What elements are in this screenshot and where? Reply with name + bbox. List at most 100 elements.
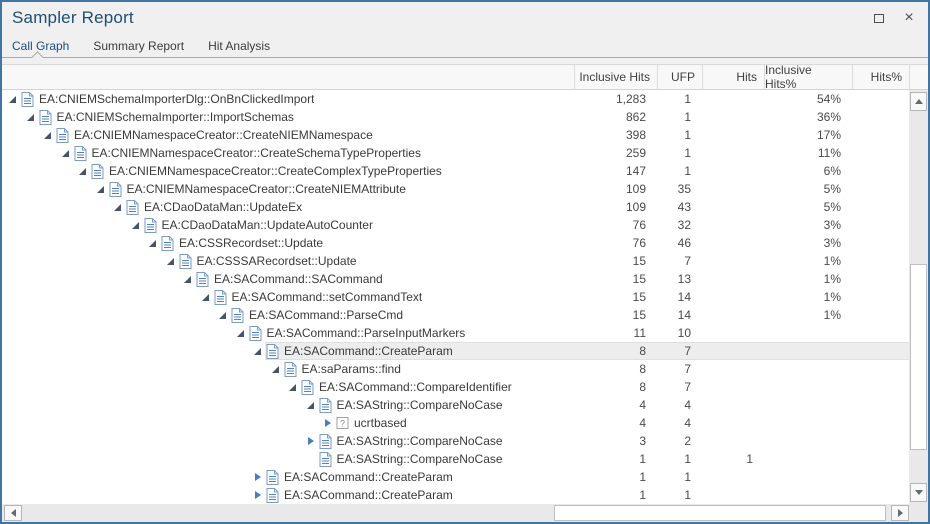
tree-item[interactable]: EA:CNIEMSchemaImporterDlg::OnBnClickedIm… xyxy=(20,90,574,108)
collapse-icon[interactable] xyxy=(201,292,211,302)
table-row[interactable]: EA:CNIEMSchemaImporterDlg::OnBnClickedIm… xyxy=(2,90,909,108)
table-row[interactable]: EA:CNIEMSchemaImporter::ImportSchemas862… xyxy=(2,108,909,126)
tree-item[interactable]: EA:SACommand::CreateParam xyxy=(265,468,574,486)
scrollbar-corner xyxy=(909,504,928,522)
column-header-inclusive-hits-pct[interactable]: Inclusive Hits% xyxy=(764,65,852,89)
tree-item[interactable]: EA:saParams::find xyxy=(283,360,575,378)
tree-item[interactable]: EA:SACommand::ParseInputMarkers xyxy=(248,324,575,342)
collapse-icon[interactable] xyxy=(166,256,176,266)
expand-icon[interactable] xyxy=(306,436,316,446)
collapse-icon[interactable] xyxy=(148,238,158,248)
collapse-icon[interactable] xyxy=(26,112,36,122)
cell-ufp: 13 xyxy=(657,270,702,288)
column-header-function[interactable] xyxy=(2,65,574,89)
expand-icon[interactable] xyxy=(253,472,263,482)
tab-call-graph[interactable]: Call Graph xyxy=(12,39,69,53)
tree-item[interactable]: EA:SACommand::CreateParam xyxy=(265,342,574,360)
table-row[interactable]: EA:SACommand::CreateParam11 xyxy=(2,468,909,486)
tree-item[interactable]: EA:SACommand::setCommandText xyxy=(213,288,575,306)
collapse-icon[interactable] xyxy=(113,202,123,212)
table-row[interactable]: EA:CDaoDataMan::UpdateEx109435% xyxy=(2,198,909,216)
close-button[interactable]: × xyxy=(898,8,920,28)
cell-hits xyxy=(702,108,764,126)
maximize-button[interactable] xyxy=(868,8,890,28)
tree-item[interactable]: EA:SAString::CompareNoCase xyxy=(318,450,575,468)
tree-item[interactable]: EA:SACommand::SACommand xyxy=(195,270,574,288)
tree-item[interactable]: EA:CNIEMNamespaceCreator::CreateNIEMName… xyxy=(55,126,574,144)
tree-item[interactable]: EA:CSSSARecordset::Update xyxy=(178,252,575,270)
scroll-right-button[interactable] xyxy=(891,505,909,521)
collapse-icon[interactable] xyxy=(131,220,141,230)
table-row[interactable]: EA:SACommand::SACommand15131% xyxy=(2,270,909,288)
collapse-icon[interactable] xyxy=(43,130,53,140)
tree-item[interactable]: EA:CNIEMNamespaceCreator::CreateSchemaTy… xyxy=(73,144,575,162)
table-row[interactable]: EA:SAString::CompareNoCase32 xyxy=(2,432,909,450)
cell-inclusive-hits-pct xyxy=(764,414,852,432)
table-row[interactable]: EA:SAString::CompareNoCase44 xyxy=(2,396,909,414)
tree-indent xyxy=(2,243,148,244)
tree-item[interactable]: EA:CDaoDataMan::UpdateAutoCounter xyxy=(143,216,575,234)
table-row[interactable]: EA:CDaoDataMan::UpdateAutoCounter76323% xyxy=(2,216,909,234)
collapse-icon[interactable] xyxy=(218,310,228,320)
tab-summary-report[interactable]: Summary Report xyxy=(93,39,184,53)
collapse-icon[interactable] xyxy=(253,346,263,356)
collapse-icon[interactable] xyxy=(236,328,246,338)
collapse-icon[interactable] xyxy=(61,148,71,158)
table-row[interactable]: EA:CNIEMNamespaceCreator::CreateSchemaTy… xyxy=(2,144,909,162)
expand-icon[interactable] xyxy=(253,490,263,500)
table-row[interactable]: EA:CNIEMNamespaceCreator::CreateNIEMAttr… xyxy=(2,180,909,198)
horizontal-scrollbar[interactable] xyxy=(2,504,928,522)
cell-hits xyxy=(702,378,764,396)
scroll-left-button[interactable] xyxy=(4,505,22,521)
function-name: EA:SAString::CompareNoCase xyxy=(337,434,503,448)
collapse-icon[interactable] xyxy=(183,274,193,284)
tree-item[interactable]: EA:SAString::CompareNoCase xyxy=(318,396,575,414)
tree-item[interactable]: EA:CNIEMNamespaceCreator::CreateComplexT… xyxy=(90,162,574,180)
table-row[interactable]: EA:CNIEMNamespaceCreator::CreateComplexT… xyxy=(2,162,909,180)
column-header-hits[interactable]: Hits xyxy=(702,65,764,89)
tree-item[interactable]: EA:SACommand::CreateParam xyxy=(265,486,574,504)
column-header-hits-pct[interactable]: Hits% xyxy=(852,65,909,89)
scroll-down-button[interactable] xyxy=(910,483,927,502)
tree-item[interactable]: EA:CNIEMSchemaImporter::ImportSchemas xyxy=(38,108,575,126)
tree-item[interactable]: EA:SAString::CompareNoCase xyxy=(318,432,575,450)
tree-item[interactable]: EA:CDaoDataMan::UpdateEx xyxy=(125,198,574,216)
table-row[interactable]: ?ucrtbased44 xyxy=(2,414,909,432)
tree-item[interactable]: EA:CSSRecordset::Update xyxy=(160,234,574,252)
collapse-icon[interactable] xyxy=(271,364,281,374)
collapse-icon[interactable] xyxy=(78,166,88,176)
collapse-icon[interactable] xyxy=(8,94,18,104)
column-header-ufp[interactable]: UFP xyxy=(657,65,702,89)
scroll-up-button[interactable] xyxy=(910,92,927,111)
cell-ufp: 43 xyxy=(657,198,702,216)
cell-hits xyxy=(702,252,764,270)
table-row[interactable]: EA:SAString::CompareNoCase111 xyxy=(2,450,909,468)
tab-hit-analysis[interactable]: Hit Analysis xyxy=(208,39,270,53)
horizontal-scrollbar-thumb[interactable] xyxy=(554,505,886,521)
collapse-icon[interactable] xyxy=(96,184,106,194)
horizontal-scrollbar-track[interactable] xyxy=(22,504,891,522)
vertical-scrollbar-thumb[interactable] xyxy=(910,264,927,450)
cell-inclusive-hits: 11 xyxy=(574,324,657,342)
table-row[interactable]: EA:CSSRecordset::Update76463% xyxy=(2,234,909,252)
table-row[interactable]: EA:SACommand::setCommandText15141% xyxy=(2,288,909,306)
tree-item[interactable]: EA:SACommand::ParseCmd xyxy=(230,306,574,324)
collapse-icon[interactable] xyxy=(288,382,298,392)
tree-item[interactable]: ?ucrtbased xyxy=(335,414,574,432)
vertical-scrollbar[interactable] xyxy=(909,90,928,504)
tree-item[interactable]: EA:SACommand::CompareIdentifier xyxy=(300,378,574,396)
expand-icon[interactable] xyxy=(323,418,333,428)
table-row[interactable]: EA:CNIEMNamespaceCreator::CreateNIEMName… xyxy=(2,126,909,144)
table-row[interactable]: EA:SACommand::CreateParam11 xyxy=(2,486,909,504)
table-row[interactable]: EA:SACommand::CreateParam87 xyxy=(2,342,909,360)
tree-indent xyxy=(2,153,61,154)
table-row[interactable]: EA:CSSSARecordset::Update1571% xyxy=(2,252,909,270)
tree-item[interactable]: EA:CNIEMNamespaceCreator::CreateNIEMAttr… xyxy=(108,180,575,198)
collapse-icon[interactable] xyxy=(306,400,316,410)
table-row[interactable]: EA:SACommand::ParseCmd15141% xyxy=(2,306,909,324)
column-header-inclusive-hits[interactable]: Inclusive Hits xyxy=(574,65,657,89)
table-row[interactable]: EA:SACommand::CompareIdentifier87 xyxy=(2,378,909,396)
cell-inclusive-hits-pct xyxy=(764,324,852,342)
table-row[interactable]: EA:SACommand::ParseInputMarkers1110 xyxy=(2,324,909,342)
table-row[interactable]: EA:saParams::find87 xyxy=(2,360,909,378)
